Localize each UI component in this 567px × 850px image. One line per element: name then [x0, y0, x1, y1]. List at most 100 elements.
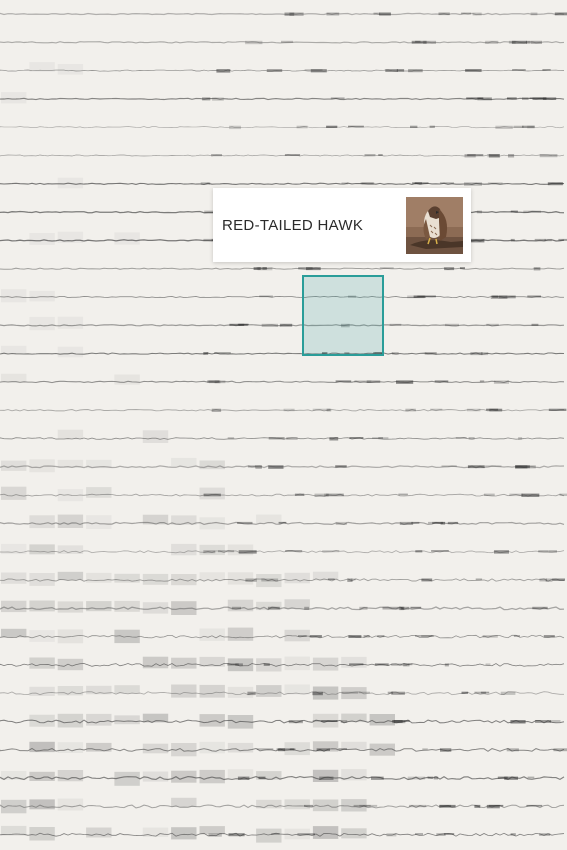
spectrogram-mark	[399, 606, 405, 610]
spectrogram-mark	[543, 635, 555, 638]
spectrogram-mark	[259, 295, 273, 298]
spectrogram-mark	[558, 238, 567, 241]
spectrogram-mark	[374, 663, 389, 666]
spectrogram-mark	[378, 154, 383, 156]
spectrogram-mark	[407, 776, 426, 780]
spectrogram-cell	[114, 232, 140, 245]
spectrogram-mark	[518, 437, 523, 440]
spectrogram-mark	[377, 635, 385, 638]
spectrogram-mark	[245, 40, 263, 45]
spectrogram-grid[interactable]	[0, 0, 567, 850]
spectrogram-mark	[296, 125, 308, 129]
spectrogram-mark	[477, 97, 492, 101]
spectrogram-mark	[444, 663, 449, 667]
spectrogram-cell	[227, 599, 254, 612]
spectrogram-mark	[294, 493, 305, 496]
spectrogram-mark	[410, 125, 418, 128]
spectrogram-mark	[441, 465, 457, 467]
selected-cell-highlight[interactable]	[302, 275, 384, 356]
spectrogram-mark	[538, 550, 549, 553]
spectrogram-mark	[438, 12, 450, 16]
spectrogram-mark	[510, 720, 526, 724]
spectrogram-mark	[231, 606, 241, 610]
spectrogram-cell	[57, 629, 84, 644]
spectrogram-mark	[428, 521, 434, 524]
spectrogram-mark	[327, 578, 335, 580]
spectrogram-mark	[526, 804, 543, 807]
spectrogram-mark	[312, 408, 330, 411]
species-tooltip: RED-TAILED HAWK	[213, 188, 471, 262]
spectrogram-mark	[203, 550, 216, 554]
spectrogram-mark	[535, 720, 551, 723]
spectrogram-mark	[548, 550, 557, 553]
spectrogram-cell	[1, 289, 27, 303]
spectrogram-cell	[171, 657, 197, 669]
spectrogram-cell	[29, 573, 55, 586]
spectrogram-mark	[326, 125, 338, 128]
spectrogram-cell	[57, 686, 84, 696]
spectrogram-mark	[373, 12, 381, 15]
spectrogram-mark	[544, 238, 552, 242]
spectrogram-mark	[363, 635, 370, 638]
spectrogram-mark	[266, 69, 283, 72]
spectrogram-mark	[484, 493, 495, 496]
spectrogram-mark	[382, 606, 400, 610]
spectrogram-cell	[199, 826, 225, 835]
spectrogram-mark	[439, 182, 454, 184]
spectrogram-mark	[415, 40, 421, 43]
spectrogram-mark	[359, 804, 378, 807]
spectrogram-mark	[335, 521, 347, 525]
spectrogram-mark	[415, 833, 423, 835]
spectrogram-cell	[57, 658, 84, 671]
spectrogram-mark	[207, 380, 220, 383]
spectrogram-mark	[200, 182, 211, 185]
spectrogram-mark	[309, 635, 322, 638]
spectrogram-mark	[444, 267, 455, 271]
spectrogram-cell	[142, 602, 169, 614]
spectrogram-mark	[479, 380, 485, 382]
spectrogram-cell	[114, 573, 140, 583]
spectrogram-cell	[114, 685, 140, 694]
spectrogram-mark	[497, 776, 508, 779]
spectrogram-cell	[1, 572, 27, 584]
spectrogram-mark	[338, 748, 347, 750]
spectrogram-mark	[552, 578, 565, 581]
spectrogram-mark	[268, 465, 284, 469]
spectrogram-mark	[386, 833, 397, 837]
spectrogram-cell	[86, 742, 112, 752]
spectrogram-cell	[86, 487, 112, 498]
spectrogram-row	[0, 606, 565, 611]
spectrogram-mark	[521, 493, 540, 497]
spectrogram-mark	[508, 154, 515, 158]
spectrogram-mark	[466, 408, 481, 412]
spectrogram-cell	[1, 771, 27, 780]
spectrogram-mark	[211, 408, 222, 412]
spectrogram-cell	[227, 715, 254, 729]
spectrogram-mark	[247, 465, 256, 468]
spectrogram-mark	[475, 578, 483, 581]
spectrogram-cell	[171, 743, 197, 757]
spectrogram-mark	[467, 465, 485, 469]
spectrogram-cell	[199, 684, 225, 698]
spectrogram-cell	[29, 686, 55, 696]
spectrogram-mark	[486, 408, 499, 411]
spectrogram-mark	[281, 40, 294, 43]
spectrogram-mark	[533, 267, 541, 271]
spectrogram-cell	[227, 572, 254, 585]
spectrogram-mark	[468, 437, 475, 440]
spectrogram-cell	[86, 827, 112, 838]
spectrogram-cell	[29, 741, 55, 753]
spectrogram-cell	[1, 345, 27, 355]
spectrogram-mark	[364, 154, 376, 157]
spectrogram-mark	[485, 465, 502, 467]
spectrogram-mark	[312, 720, 322, 722]
spectrogram-row	[0, 832, 565, 837]
spectrogram-mark	[208, 833, 222, 837]
spectrogram-mark	[548, 408, 567, 411]
spectrogram-mark	[358, 691, 370, 694]
spectrogram-cell	[1, 799, 27, 814]
spectrogram-mark	[461, 12, 471, 15]
spectrogram-cell	[57, 514, 84, 528]
spectrogram-mark	[341, 691, 359, 694]
spectrogram-mark	[559, 493, 567, 496]
